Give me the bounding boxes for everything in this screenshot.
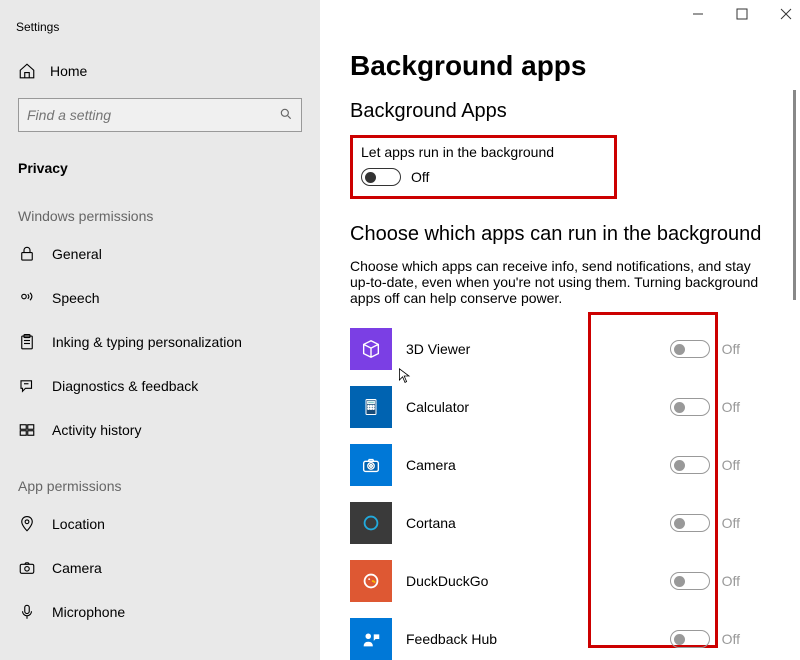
app-icon-3dviewer <box>350 328 392 370</box>
sidebar-item-inking[interactable]: Inking & typing personalization <box>0 320 320 364</box>
app-row-calculator: Calculator Off <box>350 378 770 436</box>
app-toggle-state: Off <box>722 631 740 647</box>
app-row-feedbackhub: Feedback Hub Off <box>350 610 770 660</box>
section-title: Background Apps <box>350 100 770 123</box>
app-toggle-state: Off <box>722 515 740 531</box>
search-icon <box>279 107 293 124</box>
sidebar-item-label: General <box>52 246 102 262</box>
sidebar-item-label: Location <box>52 516 105 532</box>
sidebar-item-activity[interactable]: Activity history <box>0 408 320 452</box>
sidebar-item-general[interactable]: General <box>0 232 320 276</box>
speech-icon <box>18 289 36 307</box>
app-toggle[interactable] <box>670 572 710 590</box>
app-row-duckduckgo: DuckDuckGo Off <box>350 552 770 610</box>
app-icon-cortana <box>350 502 392 544</box>
side-group-title: App permissions <box>0 466 320 502</box>
app-toggle[interactable] <box>670 398 710 416</box>
app-toggle-state: Off <box>722 399 740 415</box>
sidebar-item-label: Activity history <box>52 422 141 438</box>
app-toggle[interactable] <box>670 340 710 358</box>
sidebar-item-label: Diagnostics & feedback <box>52 378 198 394</box>
clipboard-icon <box>18 333 36 351</box>
page-title: Background apps <box>350 50 770 82</box>
app-toggle-state: Off <box>722 457 740 473</box>
home-label: Home <box>50 63 87 79</box>
master-toggle-label: Let apps run in the background <box>361 144 554 160</box>
close-button[interactable] <box>778 6 794 22</box>
window-controls <box>690 6 794 22</box>
master-toggle[interactable] <box>361 168 401 186</box>
app-row-cortana: Cortana Off <box>350 494 770 552</box>
app-list: 3D Viewer Off Calculator Off Camera <box>350 320 770 660</box>
search-box[interactable] <box>18 98 302 132</box>
sidebar-item-speech[interactable]: Speech <box>0 276 320 320</box>
side-group-app-permissions: App permissions Location Camera Micropho… <box>0 466 320 634</box>
location-icon <box>18 515 36 533</box>
app-icon-duckduckgo <box>350 560 392 602</box>
minimize-button[interactable] <box>690 6 706 22</box>
camera-icon <box>18 559 36 577</box>
search-input[interactable] <box>27 107 279 123</box>
side-group-title: Windows permissions <box>0 196 320 232</box>
sidebar-item-location[interactable]: Location <box>0 502 320 546</box>
lock-icon <box>18 245 36 263</box>
window-title: Settings <box>0 20 320 52</box>
app-icon-camera <box>350 444 392 486</box>
home-icon <box>18 62 36 80</box>
app-toggle[interactable] <box>670 456 710 474</box>
choose-heading: Choose which apps can run in the backgro… <box>350 223 770 246</box>
app-icon-feedbackhub <box>350 618 392 660</box>
sidebar-item-label: Microphone <box>52 604 125 620</box>
feedback-icon <box>18 377 36 395</box>
master-toggle-highlight: Let apps run in the background Off <box>350 135 617 199</box>
choose-description: Choose which apps can receive info, send… <box>350 258 770 306</box>
app-toggle[interactable] <box>670 514 710 532</box>
app-toggle-state: Off <box>722 573 740 589</box>
maximize-button[interactable] <box>734 6 750 22</box>
sidebar-item-microphone[interactable]: Microphone <box>0 590 320 634</box>
app-icon-calculator <box>350 386 392 428</box>
current-section: Privacy <box>0 150 320 196</box>
side-group-windows-permissions: Windows permissions General Speech Inkin… <box>0 196 320 452</box>
sidebar-item-label: Inking & typing personalization <box>52 334 242 350</box>
home-nav[interactable]: Home <box>0 52 320 90</box>
scrollbar[interactable] <box>793 90 796 300</box>
sidebar: Settings Home Privacy Windows permission… <box>0 0 320 660</box>
sidebar-item-label: Speech <box>52 290 99 306</box>
app-row-camera: Camera Off <box>350 436 770 494</box>
sidebar-item-diagnostics[interactable]: Diagnostics & feedback <box>0 364 320 408</box>
activity-icon <box>18 421 36 439</box>
app-toggle-state: Off <box>722 341 740 357</box>
microphone-icon <box>18 603 36 621</box>
app-toggle[interactable] <box>670 630 710 648</box>
app-row-3dviewer: 3D Viewer Off <box>350 320 770 378</box>
main-content: Background apps Background Apps Let apps… <box>320 0 800 660</box>
sidebar-item-camera[interactable]: Camera <box>0 546 320 590</box>
master-toggle-state: Off <box>411 169 429 185</box>
sidebar-item-label: Camera <box>52 560 102 576</box>
